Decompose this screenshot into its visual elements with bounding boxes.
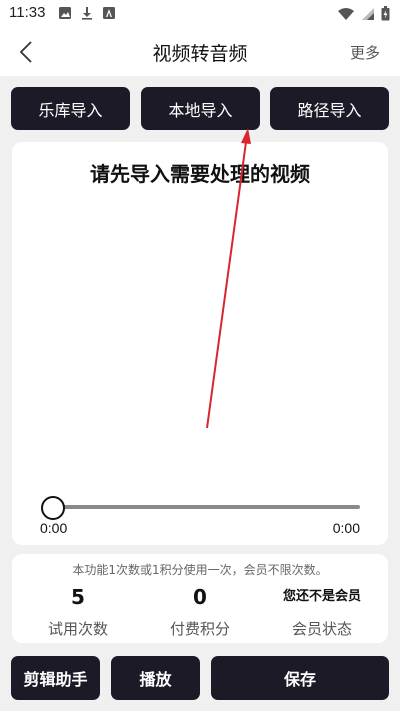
signal-icon — [362, 7, 374, 20]
total-time: 0:00 — [332, 520, 360, 536]
wifi-icon — [338, 7, 354, 20]
trial-count-label: 试用次数 — [47, 620, 108, 638]
paid-points-label: 付费积分 — [169, 620, 230, 638]
save-button[interactable]: 保存 — [211, 656, 389, 700]
usage-note: 本功能1次数或1积分使用一次，会员不限次数。 — [72, 563, 328, 577]
membership-value: 您还不是会员 — [282, 589, 361, 604]
seek-thumb[interactable] — [41, 496, 65, 520]
edit-assistant-button[interactable]: 剪辑助手 — [11, 656, 100, 700]
status-bar: 11:33 — [0, 0, 400, 28]
battery-icon — [381, 6, 390, 21]
video-preview-panel: 请先导入需要处理的视频 0:00 0:00 — [12, 142, 388, 545]
library-import-button[interactable]: 乐库导入 — [11, 87, 130, 130]
trial-count-value: 5 — [71, 585, 85, 609]
image-icon — [59, 7, 71, 19]
trial-count-stat: 5 试用次数 — [18, 584, 138, 639]
app-header: 视频转音频 更多 — [0, 28, 400, 76]
local-import-button[interactable]: 本地导入 — [141, 87, 260, 130]
usage-info-panel: 本功能1次数或1积分使用一次，会员不限次数。 5 试用次数 0 付费积分 您还不… — [12, 554, 388, 643]
status-notification-icons — [58, 6, 116, 20]
download-icon — [82, 7, 92, 20]
membership-label: 会员状态 — [291, 620, 352, 638]
paid-points-stat: 0 付费积分 — [140, 584, 260, 639]
membership-stat: 您还不是会员 会员状态 — [262, 584, 382, 639]
more-button[interactable]: 更多 — [350, 42, 380, 63]
current-time: 0:00 — [40, 520, 68, 536]
status-time: 11:33 — [9, 4, 46, 21]
font-icon — [103, 7, 115, 19]
import-prompt: 请先导入需要处理的视频 — [90, 162, 310, 186]
play-button[interactable]: 播放 — [111, 656, 200, 700]
page-title: 视频转音频 — [152, 43, 248, 65]
seek-bar[interactable] — [48, 505, 360, 509]
paid-points-value: 0 — [193, 585, 207, 609]
path-import-button[interactable]: 路径导入 — [270, 87, 389, 130]
status-system-icons — [337, 6, 390, 21]
